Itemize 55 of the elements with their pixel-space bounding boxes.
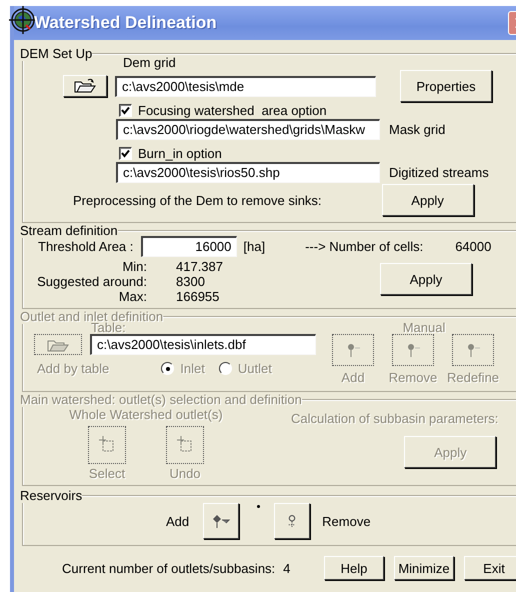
tool-label: Undo	[169, 466, 201, 481]
tool-label: Add	[341, 370, 365, 385]
digitized-streams-label: Digitized streams	[389, 165, 489, 180]
unit-label: [ha]	[243, 239, 266, 254]
burn-in-checkbox[interactable]	[119, 147, 132, 160]
tool-label: Redefine	[446, 370, 500, 385]
apply-button[interactable]: Apply	[380, 263, 472, 295]
group-title: Outlet and inlet definition	[20, 309, 164, 324]
pin-icon	[288, 514, 296, 528]
manual-label: Manual	[402, 320, 446, 334]
window-title: Watershed Delineation	[34, 13, 217, 33]
dialog-button[interactable]: Exit	[464, 556, 516, 580]
radio-label: Uutlet	[238, 361, 272, 376]
radio-label: Inlet	[180, 361, 205, 376]
group-title: Main watershed: outlet(s) selection and definition	[20, 392, 302, 407]
number-of-cells-label: ---> Number of cells:	[305, 239, 424, 254]
preprocessing-label: Preprocessing of the Dem to remove sinks:	[73, 192, 322, 208]
stat-label: Min:	[121, 259, 147, 274]
outlet-count-label: Current number of outlets/subbasins:	[62, 560, 276, 576]
digitized-streams-field[interactable]: c:\avs2000\tesis\rios50.shp	[116, 162, 380, 183]
group-title: DEM Set Up	[20, 46, 92, 61]
dem-grid-field[interactable]: c:\avs2000\tesis\mde	[115, 76, 376, 96]
whole-watershed-label: Whole Watershed outlet(s)	[69, 407, 223, 422]
dialog-button[interactable]: Help	[324, 556, 384, 580]
mask-grid-field[interactable]: c:\avs2000\riogde\watershed\grids\Maskw	[116, 119, 380, 140]
properties-button[interactable]: Properties	[400, 70, 492, 102]
subbasin-calculation-label: Calculation of subbasin parameters:	[291, 411, 498, 426]
dot-mark	[257, 505, 260, 508]
open-folder-button[interactable]	[63, 75, 107, 97]
threshold-area-field[interactable]: 16000	[141, 236, 238, 257]
folder-icon	[74, 78, 96, 94]
focusing-option-label: Focusing watershed area option	[138, 103, 327, 118]
stat-value: 8300	[176, 274, 206, 289]
remove-reservoir-label: Remove	[322, 514, 371, 528]
tool-label: Remove	[388, 370, 438, 385]
add-reservoir-label: Add	[166, 514, 190, 528]
outlet-count-value: 4	[283, 560, 290, 576]
remove-reservoir-button[interactable]	[274, 503, 310, 539]
apply-button[interactable]: Apply	[382, 184, 474, 216]
dialog-button[interactable]: Minimize	[394, 556, 454, 580]
add-reservoir-button[interactable]	[203, 503, 240, 539]
add-by-table-label: Add by table	[37, 361, 110, 376]
mask-grid-label: Mask grid	[389, 122, 446, 137]
dem-grid-label: Dem grid	[123, 55, 177, 70]
burn-in-option-label: Burn_in option	[138, 146, 222, 161]
stat-value: 166955	[176, 289, 220, 304]
stat-label: Suggested around:	[36, 274, 147, 289]
number-of-cells-value: 64000	[455, 239, 492, 254]
focusing-checkbox[interactable]	[119, 104, 132, 117]
tool-label: Select	[88, 466, 126, 481]
stat-value: 417.387	[176, 259, 223, 274]
stat-label: Max:	[118, 289, 147, 304]
group-title: Reservoirs	[20, 488, 82, 503]
group-title: Stream definition	[20, 223, 118, 238]
threshold-area-label: Threshold Area :	[38, 239, 134, 254]
